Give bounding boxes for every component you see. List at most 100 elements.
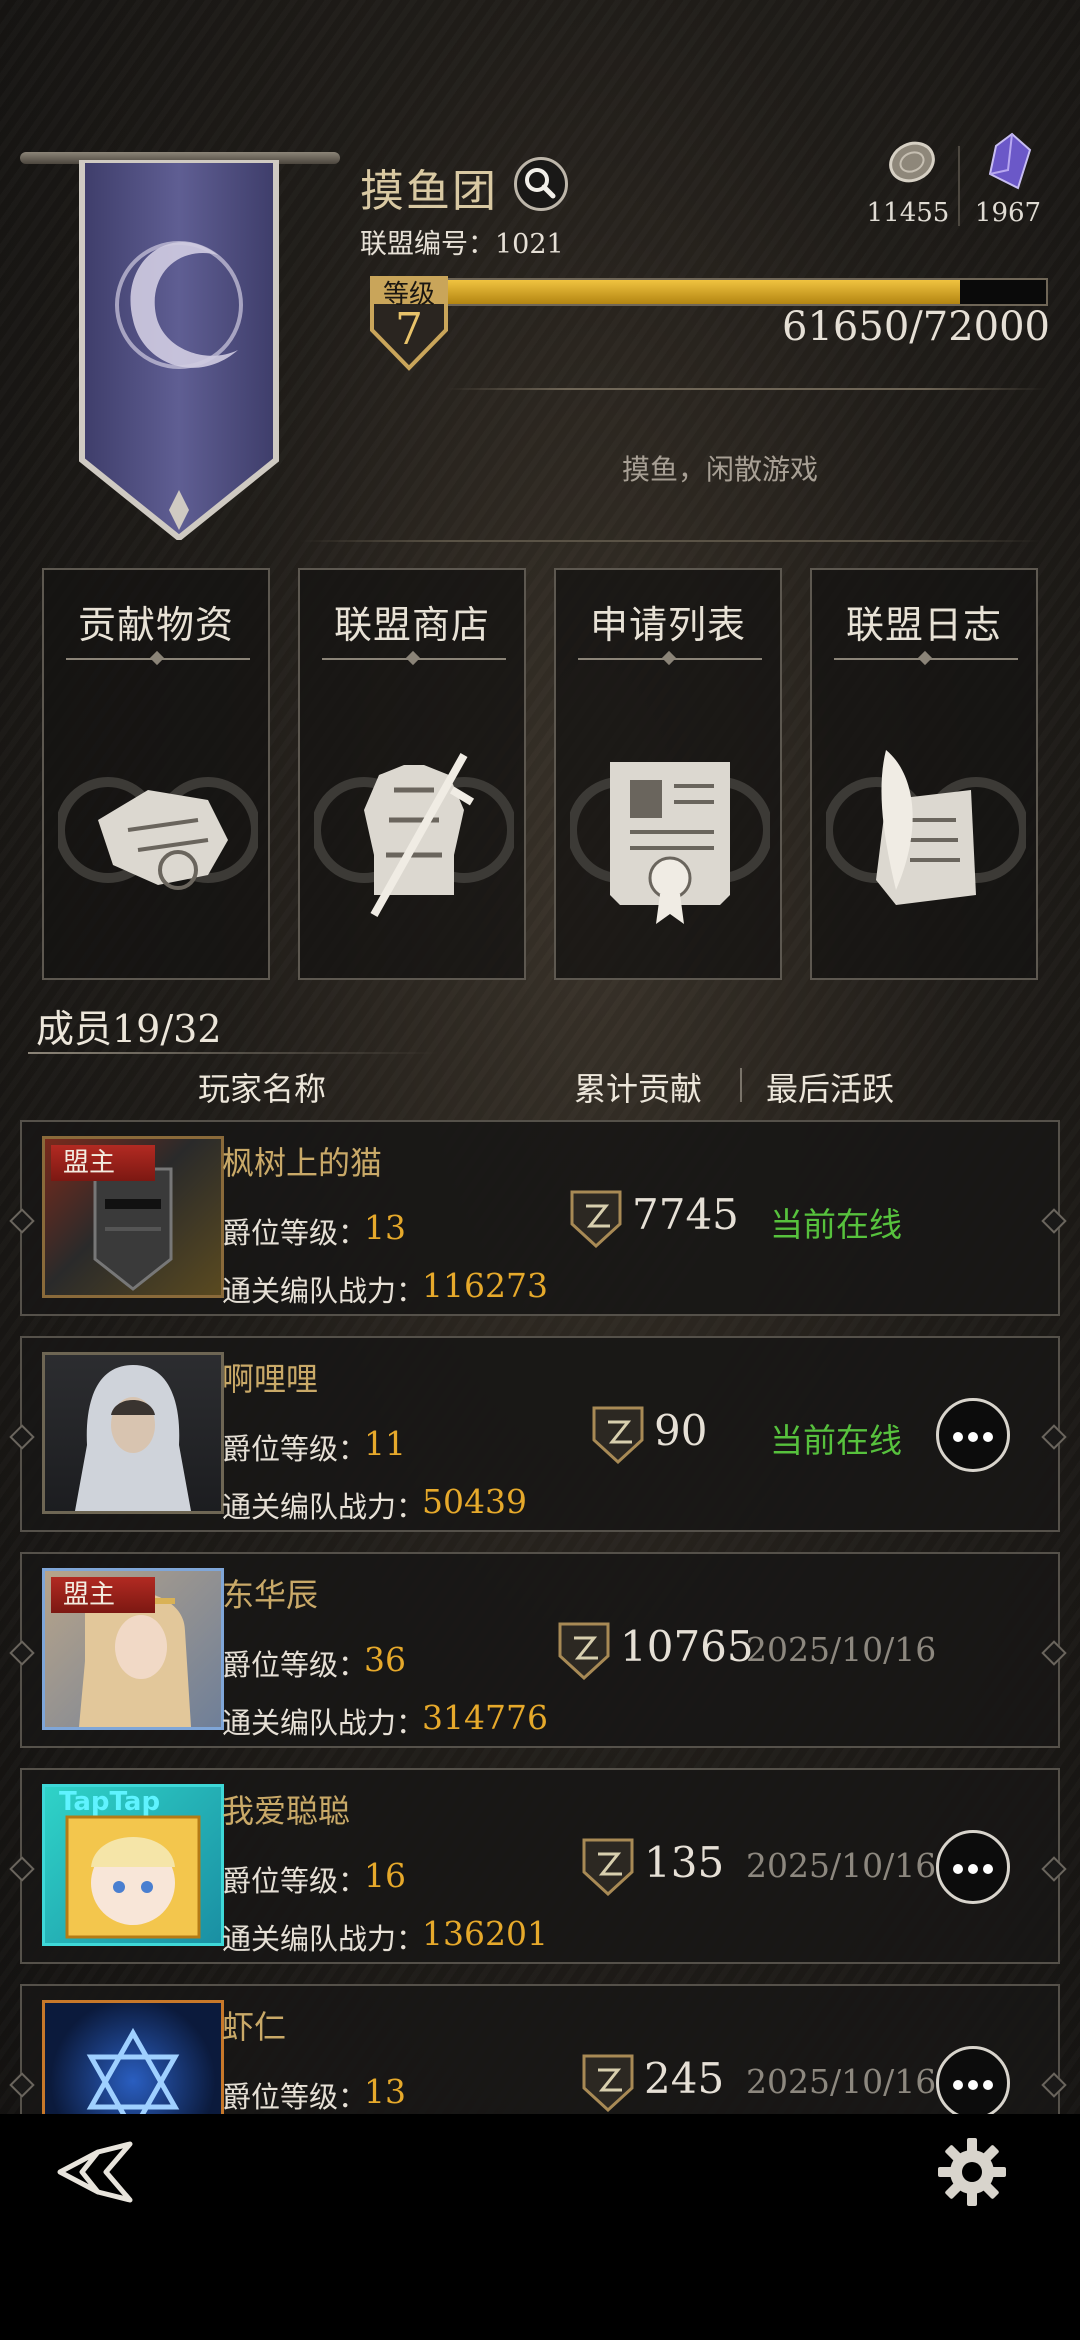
- more-dot-icon: [983, 1432, 993, 1442]
- last-active-date: 2025/10/16: [746, 1630, 937, 1669]
- contribution-crest-icon: [558, 1622, 610, 1680]
- last-active-date: 2025/10/16: [746, 1846, 937, 1885]
- more-dot-icon: [968, 2080, 978, 2090]
- member-row[interactable]: 啊哩哩 爵位等级： 11 通关编队战力： 50439 90 当前在线: [9, 1336, 1067, 1532]
- more-dot-icon: [953, 2080, 963, 2090]
- guild-banner-icon[interactable]: [78, 160, 280, 540]
- member-row[interactable]: TapTap 我爱聪聪 爵位等级： 16 通关编队战力： 136201 135 …: [9, 1768, 1067, 1964]
- rank-label: 爵位等级：: [222, 1648, 368, 1682]
- card-ornament: [66, 658, 250, 660]
- more-options-button[interactable]: [936, 1830, 1010, 1904]
- application-document-icon: [570, 762, 770, 924]
- rank-label: 爵位等级：: [222, 2080, 368, 2114]
- player-name: 啊哩哩: [222, 1360, 319, 1398]
- xp-text: 61650/72000: [782, 304, 1050, 350]
- power-label: 通关编队战力：: [222, 1922, 426, 1956]
- header-divider-2: [300, 540, 1040, 542]
- shop-card[interactable]: 联盟商店: [298, 568, 526, 980]
- contribution-crest-icon: [582, 1838, 634, 1896]
- log-card[interactable]: 联盟日志: [810, 568, 1038, 980]
- header-divider: [446, 388, 1046, 390]
- armor-sword-icon: [314, 753, 514, 917]
- power-label: 通关编队战力：: [222, 1706, 426, 1740]
- column-last-active: 最后活跃: [766, 1070, 895, 1108]
- leader-badge: 盟主: [51, 1145, 155, 1181]
- card-ornament: [834, 658, 1018, 660]
- card-title: 联盟商店: [333, 603, 490, 647]
- back-icon[interactable]: [54, 2140, 138, 2204]
- hooded-figure-avatar: [75, 1365, 191, 1511]
- applications-card[interactable]: 申请列表: [554, 568, 782, 980]
- coin-icon: [889, 141, 935, 183]
- card-title: 申请列表: [589, 603, 746, 647]
- more-dot-icon: [983, 2080, 993, 2090]
- card-ornament: [322, 658, 506, 660]
- rank-value: 36: [364, 1640, 406, 1679]
- power-value: 314776: [422, 1698, 548, 1737]
- contribution-crest-icon: [570, 1190, 622, 1248]
- player-name: 虾仁: [222, 2008, 287, 2046]
- power-value: 136201: [422, 1914, 548, 1953]
- settings-gear-icon[interactable]: [936, 2136, 1008, 2208]
- search-button[interactable]: [514, 157, 568, 211]
- more-dot-icon: [953, 1864, 963, 1874]
- more-dot-icon: [968, 1432, 978, 1442]
- guild-motto: 摸鱼，闲散游戏: [621, 453, 818, 486]
- rank-value: 16: [364, 1856, 406, 1895]
- xp-bar-fill: [446, 280, 960, 304]
- avatar[interactable]: [42, 1352, 224, 1514]
- contribution-value: 245: [644, 2054, 725, 2103]
- xp-bar: [444, 278, 1048, 306]
- rank-label: 爵位等级：: [222, 1432, 368, 1466]
- more-dot-icon: [983, 1864, 993, 1874]
- contribution-value: 10765: [620, 1622, 754, 1671]
- rank-value: 13: [364, 1208, 406, 1247]
- power-value: 116273: [422, 1266, 548, 1305]
- crystal-icon: [988, 132, 1032, 190]
- contribution-value: 7745: [632, 1190, 739, 1239]
- column-player-name: 玩家名称: [198, 1070, 327, 1108]
- power-value: 50439: [422, 1482, 527, 1521]
- crystal-count: 1967: [974, 198, 1042, 228]
- contribute-card[interactable]: 贡献物资: [42, 568, 270, 980]
- rank-value: 13: [364, 2072, 406, 2111]
- column-divider: [740, 1068, 742, 1102]
- leader-badge: 盟主: [51, 1577, 155, 1613]
- contribution-crest-icon: [592, 1406, 644, 1464]
- card-title: 联盟日志: [845, 603, 1002, 647]
- avatar[interactable]: 盟主: [42, 1136, 224, 1298]
- card-ornament: [578, 658, 762, 660]
- member-row[interactable]: 盟主 枫树上的猫 爵位等级： 13 通关编队战力： 116273 7745 当前…: [9, 1120, 1067, 1316]
- power-label: 通关编队战力：: [222, 1274, 426, 1308]
- level-value: 7: [395, 304, 423, 355]
- scroll-bundle-icon: [58, 777, 258, 890]
- more-options-button[interactable]: [936, 2046, 1010, 2120]
- avatar[interactable]: TapTap: [42, 1784, 224, 1946]
- rank-label: 爵位等级：: [222, 1864, 368, 1898]
- last-active-status: 当前在线: [770, 1205, 902, 1244]
- more-dot-icon: [968, 1864, 978, 1874]
- more-dot-icon: [953, 1432, 963, 1442]
- member-row[interactable]: 盟主 东华辰 爵位等级： 36 通关编队战力： 314776 10765 202…: [9, 1552, 1067, 1748]
- contribution-value: 90: [654, 1406, 708, 1455]
- last-active-status: 当前在线: [770, 1421, 902, 1460]
- contribution-value: 135: [644, 1838, 725, 1887]
- members-count: 成员19/32: [36, 1007, 222, 1051]
- rank-value: 11: [364, 1424, 406, 1463]
- card-title: 贡献物资: [77, 603, 234, 647]
- more-options-button[interactable]: [936, 1398, 1010, 1472]
- column-contribution: 累计贡献: [574, 1070, 703, 1108]
- rank-label: 爵位等级：: [222, 1216, 368, 1250]
- bottom-bar: [0, 2114, 1080, 2340]
- player-name: 枫树上的猫: [222, 1144, 383, 1182]
- search-icon: [525, 168, 556, 199]
- avatar-frame-badge: TapTap: [59, 1787, 161, 1817]
- power-label: 通关编队战力：: [222, 1490, 426, 1524]
- last-active-date: 2025/10/16: [746, 2062, 937, 2101]
- members-underline: [28, 1052, 438, 1054]
- quill-page-icon: [826, 750, 1026, 905]
- guild-id: 联盟编号：1021: [360, 229, 564, 260]
- guild-name: 摸鱼团: [360, 166, 498, 217]
- avatar[interactable]: 盟主: [42, 1568, 224, 1730]
- contribution-crest-icon: [582, 2054, 634, 2112]
